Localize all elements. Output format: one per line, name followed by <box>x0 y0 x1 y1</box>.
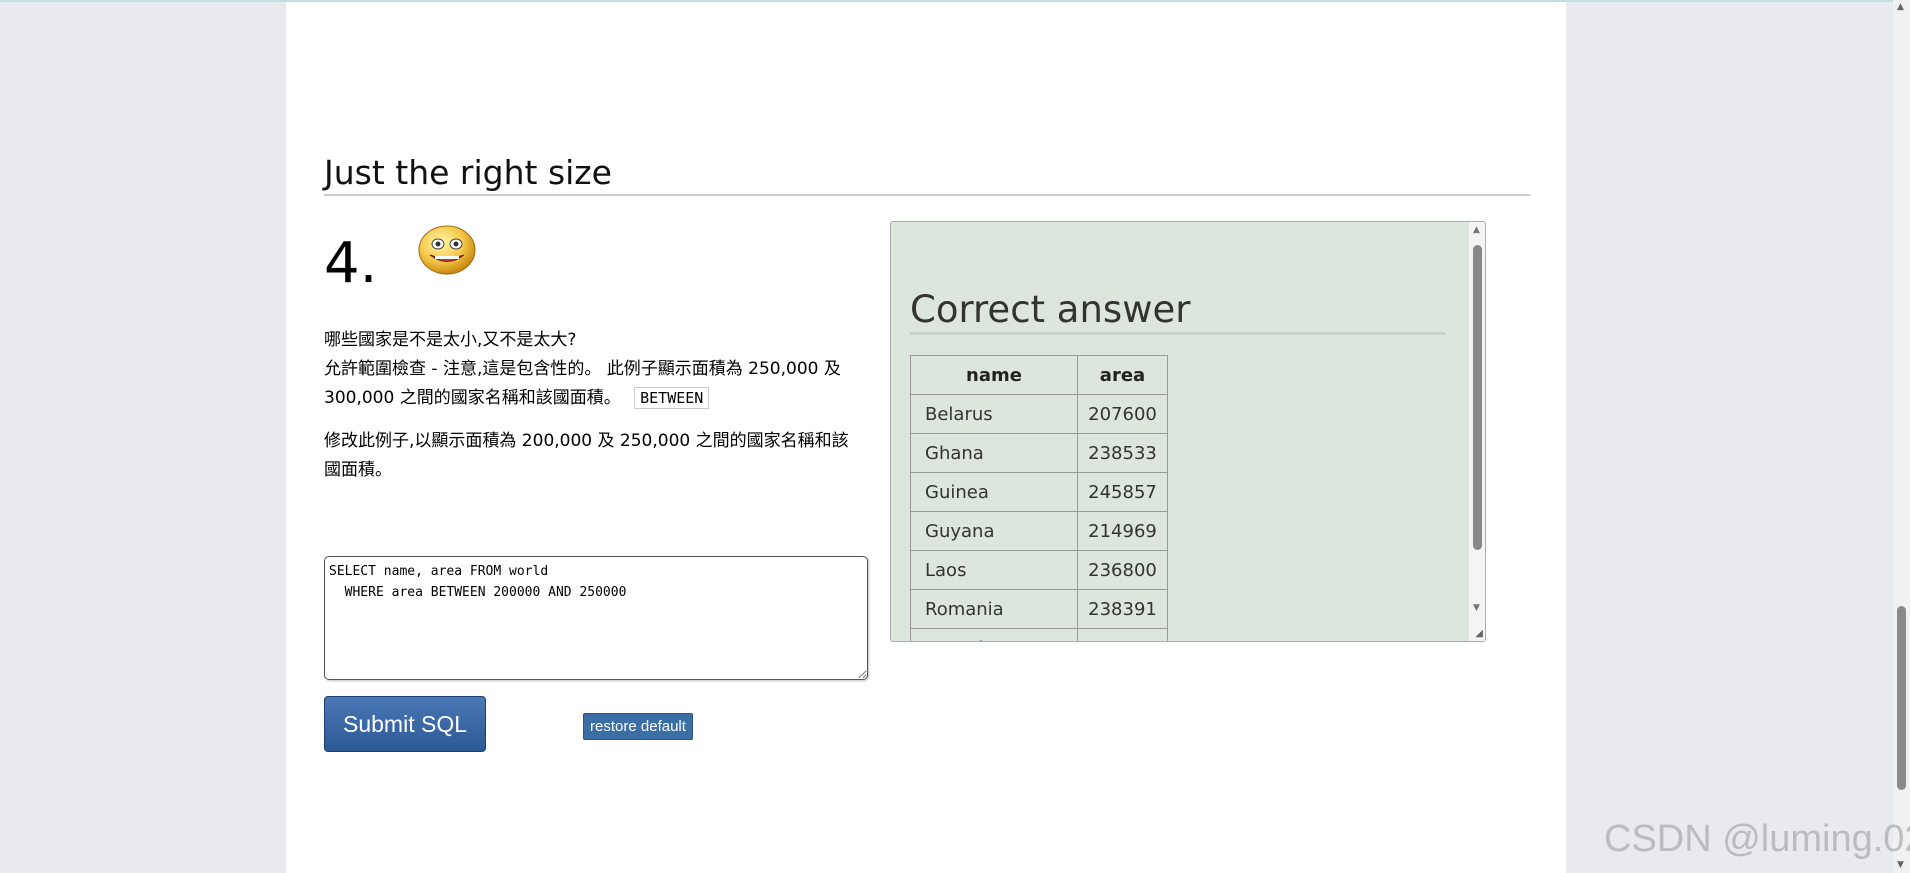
cell-name: Guyana <box>910 511 1078 551</box>
answer-panel[interactable]: Correct answer name area Belarus 207600 G… <box>890 221 1486 642</box>
cell-area: 214969 <box>1077 511 1168 551</box>
table-row: Guinea 245857 <box>910 472 1168 512</box>
column-header-area: area <box>1077 355 1168 395</box>
table-row: Belarus 207600 <box>910 394 1168 434</box>
cell-name: Romania <box>910 589 1078 629</box>
cell-area: 241550 <box>1077 628 1168 641</box>
cell-name: Guinea <box>910 472 1078 512</box>
cell-area: 238391 <box>1077 589 1168 629</box>
cell-name: Ghana <box>910 433 1078 473</box>
answer-scrollbar[interactable]: ▲ ▼ <box>1469 222 1485 641</box>
answer-table: name area Belarus 207600 Ghana 238533 Guin… <box>910 355 1168 641</box>
table-row: Laos 236800 <box>910 550 1168 590</box>
cell-name: Uganda <box>910 628 1078 641</box>
sql-editor[interactable]: SELECT name, area FROM world WHERE area … <box>324 556 868 680</box>
smiley-face-icon <box>418 225 476 275</box>
restore-default-button[interactable]: restore default <box>583 713 693 740</box>
question-line-2: 允許範圍檢查 - 注意,這是包含性的。 此例子顯示面積為 250,000 及 3… <box>324 359 841 408</box>
scroll-up-icon[interactable]: ▲ <box>1897 2 1904 12</box>
window-scrollbar[interactable]: ▲ ▼ <box>1893 0 1910 873</box>
table-row: Guyana 214969 <box>910 511 1168 551</box>
answer-title: Correct answer <box>910 288 1446 335</box>
cell-area: 245857 <box>1077 472 1168 512</box>
question-instruction: 修改此例子,以顯示面積為 200,000 及 250,000 之間的國家名稱和該… <box>324 431 849 480</box>
question-text: 哪些國家是不是太小,又不是太大? 允許範圍檢查 - 注意,這是包含性的。 此例子… <box>324 326 864 499</box>
scroll-down-icon[interactable]: ▼ <box>1897 860 1904 870</box>
keyword-code: BETWEEN <box>634 387 710 409</box>
cell-name: Belarus <box>910 394 1078 434</box>
resize-grip-icon[interactable]: ◢ <box>1475 628 1483 639</box>
cell-name: Laos <box>910 550 1078 590</box>
cell-area: 238533 <box>1077 433 1168 473</box>
table-row: Romania 238391 <box>910 589 1168 629</box>
table-row: Ghana 238533 <box>910 433 1168 473</box>
cell-area: 207600 <box>1077 394 1168 434</box>
scroll-up-icon[interactable]: ▲ <box>1473 225 1480 235</box>
question-number: 4. <box>324 231 378 296</box>
scroll-down-icon[interactable]: ▼ <box>1473 603 1480 613</box>
section-heading: Just the right size <box>324 154 1530 196</box>
watermark: CSDN @luming.02 <box>1604 818 1910 860</box>
column-header-name: name <box>910 355 1078 395</box>
content-page: Just the right size 4. 哪些國家是不是太小,又不是太大? … <box>286 2 1566 873</box>
answer-scroll-thumb[interactable] <box>1473 245 1482 550</box>
submit-sql-button[interactable]: Submit SQL <box>324 696 486 752</box>
question-line-1: 哪些國家是不是太小,又不是太大? <box>324 330 577 350</box>
table-row: Uganda241550 <box>910 628 1168 641</box>
window-scroll-thumb[interactable] <box>1897 606 1906 790</box>
cell-area: 236800 <box>1077 550 1168 590</box>
